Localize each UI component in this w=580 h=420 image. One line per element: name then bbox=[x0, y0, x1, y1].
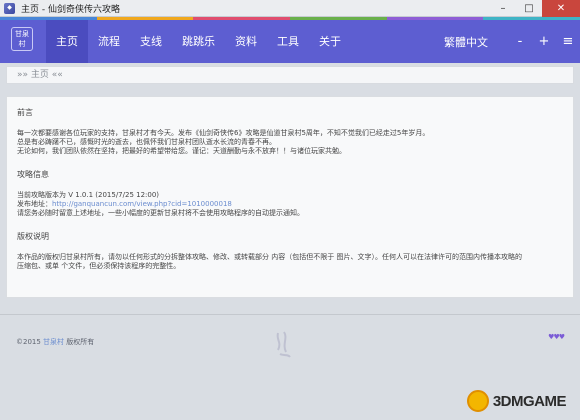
breadcrumb: »» 主页 «« bbox=[6, 66, 574, 84]
nav-item-walkthrough[interactable]: 流程 bbox=[88, 20, 130, 63]
language-switch[interactable]: 繁體中文 bbox=[444, 34, 488, 50]
copyright-line: 压缩包、或单 个文件，但必须保持该程序的完整性。 bbox=[17, 262, 181, 270]
copyright-link[interactable]: 甘泉村 bbox=[43, 338, 64, 346]
guide-address-link[interactable]: http://ganquancun.com/view.php?cid=10100… bbox=[52, 200, 232, 208]
window-minimize-button[interactable]: – bbox=[490, 0, 516, 17]
nav-item-side-quests[interactable]: 支线 bbox=[130, 20, 172, 63]
site-watermark: 3DMGAME bbox=[466, 390, 567, 412]
window-maximize-button[interactable]: □ bbox=[516, 0, 542, 17]
copyright-prefix: ©2015 bbox=[16, 338, 44, 346]
preface-line: 无论如何，我们团队依然在坚持，把最好的希望带给您。谨记：天道酬勤与永不放弃！！与… bbox=[17, 147, 346, 155]
footer-copyright: ©2015 甘泉村 版权所有 bbox=[16, 337, 94, 347]
header-actions: 繁體中文 - + ≡ bbox=[444, 20, 580, 63]
copyright-suffix: 版权所有 bbox=[64, 338, 95, 346]
heart-icon[interactable]: ♥♥♥ bbox=[548, 333, 565, 341]
copyright-line: 本作品的版权归甘泉村所有，请勿以任何形式的分拆整体攻略、修改、或转载部分 内容（… bbox=[17, 253, 522, 261]
content-panel: 前言 每一次都要感谢各位玩家的支持，甘泉村才有今天。发布《仙剑奇侠传6》攻略是仙… bbox=[6, 96, 574, 298]
nav-item-data[interactable]: 资料 bbox=[225, 20, 267, 63]
guide-note: 请您务必随时留意上述地址，一些小幅度的更新甘泉村将不会使用攻略程序的自动提示通知… bbox=[17, 209, 304, 217]
footer-divider bbox=[0, 314, 580, 315]
nav-item-tools[interactable]: 工具 bbox=[267, 20, 309, 63]
app-header: 甘泉村 主页 流程 支线 跳跳乐 资料 工具 关于 繁體中文 - + ≡ bbox=[0, 17, 580, 63]
guide-info-title: 攻略信息 bbox=[17, 170, 49, 179]
guide-address: 发布地址：http://ganquancun.com/view.php?cid=… bbox=[17, 200, 563, 209]
preface-line: 每一次都要感谢各位玩家的支持，甘泉村才有今天。发布《仙剑奇侠传6》攻略是仙道甘泉… bbox=[17, 129, 430, 137]
main-nav: 主页 流程 支线 跳跳乐 资料 工具 关于 bbox=[46, 20, 351, 63]
nav-item-home[interactable]: 主页 bbox=[46, 20, 88, 63]
preface-line: 总是有必踌躇不已，感慨时光的逝去，也佩怀我们甘泉村团队逝水长流的青春不再。 bbox=[17, 138, 276, 146]
guide-address-label: 发布地址： bbox=[17, 200, 52, 208]
watermark-text: 3DMGAME bbox=[492, 392, 567, 410]
mascot-icon bbox=[466, 390, 489, 412]
guide-version: 当前攻略版本为 V 1.0.1 (2015/7/25 12:00) bbox=[17, 191, 160, 199]
window-title: 主页 - 仙剑奇侠传六攻略 bbox=[21, 4, 120, 15]
nav-item-about[interactable]: 关于 bbox=[309, 20, 351, 63]
copyright-title: 版权说明 bbox=[17, 232, 49, 241]
preface-title: 前言 bbox=[17, 108, 33, 117]
window-titlebar: ◆ 主页 - 仙剑奇侠传六攻略 – □ ✕ bbox=[0, 0, 580, 17]
brush-logo-icon bbox=[272, 330, 294, 360]
site-logo[interactable]: 甘泉村 bbox=[11, 27, 33, 51]
window-controls: – □ ✕ bbox=[490, 0, 580, 17]
header-menu-button[interactable]: ≡ bbox=[556, 34, 580, 49]
header-minimize-button[interactable]: - bbox=[508, 34, 532, 49]
window-close-button[interactable]: ✕ bbox=[542, 0, 580, 17]
app-icon: ◆ bbox=[4, 2, 15, 14]
brush-logo-svg bbox=[276, 331, 291, 358]
nav-item-jumping[interactable]: 跳跳乐 bbox=[172, 20, 225, 63]
header-add-button[interactable]: + bbox=[532, 34, 556, 49]
